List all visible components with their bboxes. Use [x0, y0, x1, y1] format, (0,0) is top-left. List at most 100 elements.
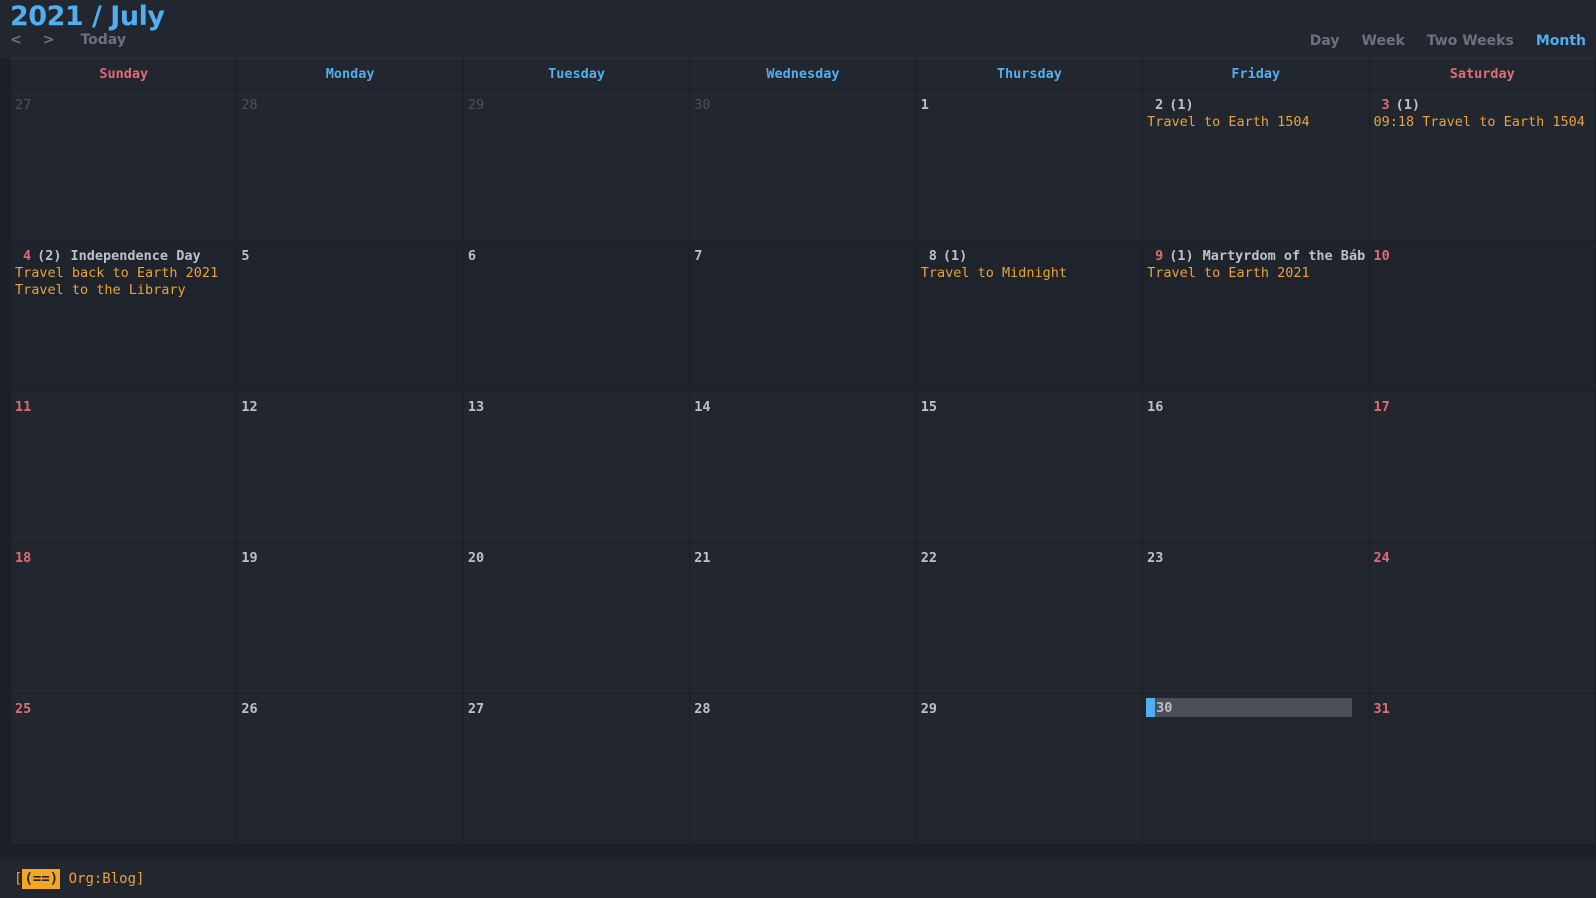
- day-cell[interactable]: 17: [1368, 391, 1596, 543]
- day-number[interactable]: 27: [468, 701, 484, 717]
- day-cell[interactable]: 9 (1) Martyrdom of the Báb Travel to Earth …: [1142, 240, 1370, 392]
- day-number[interactable]: 13: [468, 399, 484, 415]
- day-cell[interactable]: 15: [915, 391, 1144, 543]
- day-cell-content: 9 (1) Martyrdom of the Báb Travel to Earth …: [1144, 242, 1368, 283]
- day-cell[interactable]: 18: [9, 542, 238, 694]
- next-period-button[interactable]: >: [43, 32, 55, 48]
- day-cell[interactable]: 21: [689, 542, 917, 694]
- day-cell[interactable]: 5: [236, 240, 464, 392]
- day-cell[interactable]: 26: [236, 693, 464, 845]
- day-number[interactable]: 8: [921, 248, 937, 264]
- day-cell[interactable]: 10: [1368, 240, 1596, 392]
- day-cell[interactable]: 23: [1142, 542, 1370, 694]
- day-cell-content: 5: [238, 242, 462, 266]
- day-header-line: 21: [694, 549, 915, 567]
- day-number[interactable]: 14: [694, 399, 710, 415]
- day-number[interactable]: 22: [921, 550, 937, 566]
- day-number[interactable]: 29: [921, 701, 937, 717]
- day-cell[interactable]: 24: [1368, 542, 1596, 694]
- view-tab-day[interactable]: Day: [1310, 33, 1340, 49]
- day-number[interactable]: 19: [241, 550, 257, 566]
- day-number[interactable]: 20: [468, 550, 484, 566]
- calendar-event[interactable]: Travel back to Earth 2021: [15, 265, 236, 282]
- day-number[interactable]: 11: [15, 399, 31, 415]
- day-number[interactable]: 30: [1147, 700, 1368, 717]
- day-cell[interactable]: 30: [1142, 693, 1370, 845]
- day-number[interactable]: 3: [1374, 97, 1390, 113]
- day-number[interactable]: 27: [15, 97, 31, 113]
- calendar-event[interactable]: Travel to the Library: [15, 282, 236, 299]
- day-number[interactable]: 21: [694, 550, 710, 566]
- day-number[interactable]: 9: [1147, 248, 1163, 264]
- day-number[interactable]: 26: [241, 701, 257, 717]
- day-number[interactable]: 6: [468, 248, 476, 264]
- day-cell[interactable]: 6: [462, 240, 691, 392]
- calendar-event[interactable]: Travel to Earth 1504: [1147, 114, 1368, 131]
- day-number[interactable]: 15: [921, 399, 937, 415]
- day-number[interactable]: 30: [694, 97, 710, 113]
- day-cell[interactable]: 8 (1) Travel to Midnight: [915, 240, 1144, 392]
- day-cell[interactable]: 30: [689, 89, 917, 241]
- day-number[interactable]: 23: [1147, 550, 1163, 566]
- day-cell-content: 23: [1144, 544, 1368, 568]
- view-tab-two-weeks[interactable]: Two Weeks: [1427, 33, 1514, 49]
- day-event-count: (1): [1169, 97, 1194, 113]
- day-number[interactable]: 12: [241, 399, 257, 415]
- day-cell[interactable]: 29: [915, 693, 1144, 845]
- day-number[interactable]: 29: [468, 97, 484, 113]
- day-number[interactable]: 28: [694, 701, 710, 717]
- day-cell[interactable]: 14: [689, 391, 917, 543]
- day-cell-content: 11: [12, 393, 236, 417]
- weekday-header-saturday: Saturday: [1368, 58, 1596, 90]
- calendar-event[interactable]: 09:18 Travel to Earth 1504: [1374, 114, 1595, 131]
- day-cell[interactable]: 20: [462, 542, 691, 694]
- day-cell[interactable]: 19: [236, 542, 464, 694]
- day-number[interactable]: 17: [1374, 399, 1390, 415]
- day-header-line: 5: [241, 247, 462, 265]
- day-number[interactable]: 16: [1147, 399, 1163, 415]
- day-cell-content: 14: [691, 393, 915, 417]
- day-cell[interactable]: 11: [9, 391, 238, 543]
- day-cell[interactable]: 1: [915, 89, 1144, 241]
- day-number[interactable]: 7: [694, 248, 702, 264]
- view-tab-week[interactable]: Week: [1362, 33, 1405, 49]
- day-cell[interactable]: 27: [462, 693, 691, 845]
- calendar-nav: < > Today: [10, 32, 147, 48]
- day-cell-content: 13: [464, 393, 688, 417]
- day-cell-content: 27: [12, 91, 236, 115]
- calendar-event[interactable]: Travel to Midnight: [921, 265, 1142, 282]
- day-cell[interactable]: 7: [689, 240, 917, 392]
- day-cell[interactable]: 3 (1) 09:18 Travel to Earth 1504: [1368, 89, 1596, 241]
- today-button[interactable]: Today: [80, 32, 125, 48]
- day-number[interactable]: 10: [1374, 248, 1390, 264]
- day-cell[interactable]: 2 (1) Travel to Earth 1504: [1142, 89, 1370, 241]
- day-event-count: (2): [37, 248, 62, 264]
- day-number[interactable]: 25: [15, 701, 31, 717]
- view-tab-month[interactable]: Month: [1536, 33, 1586, 49]
- day-cell[interactable]: 22: [915, 542, 1144, 694]
- day-number[interactable]: 18: [15, 550, 31, 566]
- calendar-week-row: 27 28 29 30 1 2 (1) Travel to Earth 1504 3 (1) 09:…: [9, 89, 1596, 241]
- day-cell[interactable]: 27: [9, 89, 238, 241]
- day-cell[interactable]: 28: [689, 693, 917, 845]
- day-cell-content: 24: [1370, 544, 1594, 568]
- day-cell[interactable]: 4 (2) Independence Day Travel back to Earth…: [9, 240, 238, 392]
- calendar-event[interactable]: Travel to Earth 2021: [1147, 265, 1368, 282]
- day-cell-content: 27: [464, 695, 688, 719]
- day-cell[interactable]: 29: [462, 89, 691, 241]
- day-number[interactable]: 2: [1147, 97, 1163, 113]
- day-cell[interactable]: 13: [462, 391, 691, 543]
- day-cell[interactable]: 31: [1368, 693, 1596, 845]
- status-mode-badge[interactable]: (==): [22, 869, 61, 889]
- day-number[interactable]: 28: [241, 97, 257, 113]
- day-number[interactable]: 24: [1374, 550, 1390, 566]
- day-number[interactable]: 1: [921, 97, 929, 113]
- prev-period-button[interactable]: <: [10, 32, 22, 48]
- day-cell[interactable]: 16: [1142, 391, 1370, 543]
- day-number[interactable]: 4: [15, 248, 31, 264]
- day-number[interactable]: 31: [1374, 701, 1390, 717]
- day-cell[interactable]: 12: [236, 391, 464, 543]
- day-cell[interactable]: 28: [236, 89, 464, 241]
- day-number[interactable]: 5: [241, 248, 249, 264]
- day-cell[interactable]: 25: [9, 693, 238, 845]
